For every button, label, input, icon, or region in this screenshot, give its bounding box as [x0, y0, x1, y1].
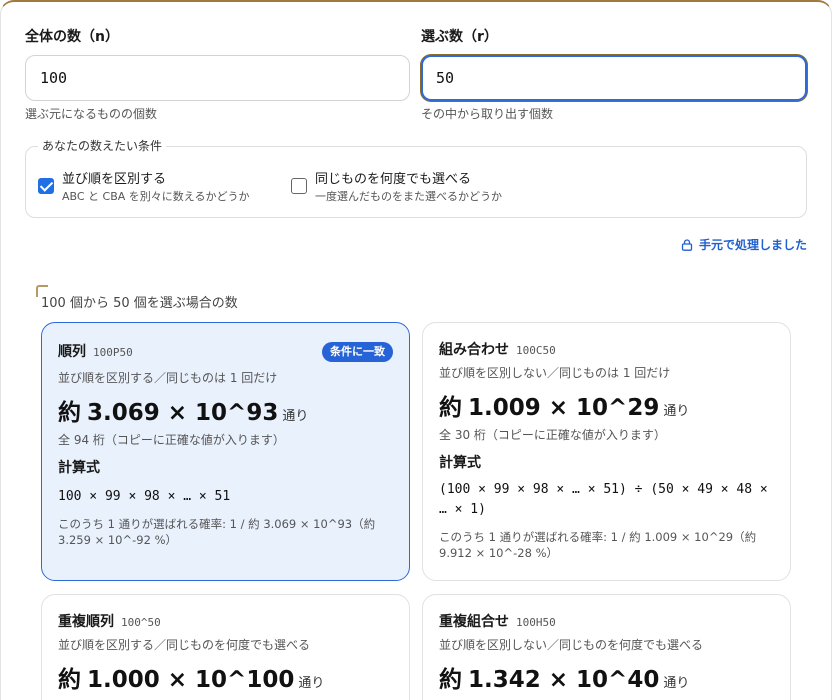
r-field: 選ぶ数（r） その中から取り出す個数 — [421, 28, 807, 121]
card-name: 重複順列 — [58, 614, 114, 630]
value-number: 1.000 × 10^100 — [87, 667, 295, 693]
repeated-permutation-card: 重複順列 100^50 並び順を区別する／同じものを何度でも選べる 約 1.00… — [41, 594, 410, 700]
card-value: 約 1.342 × 10^40 通り — [439, 660, 774, 694]
card-notation: 100H50 — [516, 616, 556, 629]
order-checkbox[interactable] — [38, 178, 54, 194]
match-badge: 条件に一致 — [322, 342, 393, 362]
n-hint: 選ぶ元になるものの個数 — [25, 107, 158, 121]
card-notation: 100P50 — [93, 346, 133, 359]
value-unit: 通り — [282, 409, 309, 424]
formula: (100 × 99 × 98 × … × 51) ÷ (50 × 49 × 48… — [439, 482, 768, 517]
probability-note: このうち 1 通りが選ばれる確率: 1 / 約 1.009 × 10^29（約 … — [439, 530, 757, 560]
card-name: 重複組合せ — [439, 614, 509, 630]
r-input[interactable] — [421, 55, 807, 101]
card-value: 約 1.009 × 10^29 通り — [439, 388, 774, 422]
card-name: 順列 — [58, 344, 86, 360]
value-unit: 通り — [663, 404, 690, 419]
value-unit: 通り — [298, 676, 325, 691]
card-value: 約 3.069 × 10^93 通り — [58, 393, 393, 427]
card-name: 組み合わせ — [439, 342, 509, 358]
results-title: 100 個から 50 個を選ぶ場合の数 — [41, 296, 238, 311]
n-input[interactable] — [25, 55, 410, 101]
card-desc: 並び順を区別しない／同じものを何度でも選べる — [439, 638, 704, 652]
n-label: 全体の数（n） — [25, 29, 119, 45]
repeat-title: 同じものを何度でも選べる — [315, 172, 472, 187]
repeat-desc: 一度選んだものをまた選べるかどうか — [315, 190, 502, 203]
value-number: 1.009 × 10^29 — [468, 395, 660, 421]
conditions-legend: あなたの数えたい条件 — [38, 138, 167, 154]
local-note-text: 手元で処理しました — [698, 238, 807, 252]
digit-count: 全 94 桁（コピーに正確な値が入ります） — [58, 433, 285, 447]
permutation-card: 順列 100P50 条件に一致 並び順を区別する／同じものは 1 回だけ 約 3… — [41, 322, 410, 581]
formula-label: 計算式 — [439, 455, 481, 471]
r-label: 選ぶ数（r） — [421, 29, 498, 45]
r-hint: その中から取り出す個数 — [421, 107, 554, 121]
card-notation: 100C50 — [516, 344, 556, 357]
digit-count: 全 30 桁（コピーに正確な値が入ります） — [439, 428, 666, 442]
repeat-option[interactable]: 同じものを何度でも選べる 一度選んだものをまた選べるかどうか — [291, 171, 502, 204]
repeated-combination-card: 重複組合せ 100H50 並び順を区別しない／同じものを何度でも選べる 約 1.… — [422, 594, 791, 700]
card-notation: 100^50 — [121, 616, 161, 629]
card-desc: 並び順を区別しない／同じものは 1 回だけ — [439, 366, 671, 380]
probability-note: このうち 1 通りが選ばれる確率: 1 / 約 3.069 × 10^93（約 … — [58, 517, 376, 547]
card-value: 約 1.000 × 10^100 通り — [58, 660, 393, 694]
approx-prefix: 約 — [58, 400, 81, 426]
lock-icon — [681, 238, 693, 251]
approx-prefix: 約 — [439, 395, 462, 421]
order-option[interactable]: 並び順を区別する ABC と CBA を別々に数えるかどうか — [38, 171, 249, 204]
formula-label: 計算式 — [58, 460, 100, 476]
repeat-checkbox[interactable] — [291, 178, 307, 194]
approx-prefix: 約 — [58, 667, 81, 693]
value-number: 1.342 × 10^40 — [468, 667, 660, 693]
approx-prefix: 約 — [439, 667, 462, 693]
card-desc: 並び順を区別する／同じものは 1 回だけ — [58, 371, 278, 385]
order-desc: ABC と CBA を別々に数えるかどうか — [62, 190, 250, 203]
combination-card: 組み合わせ 100C50 並び順を区別しない／同じものは 1 回だけ 約 1.0… — [422, 322, 791, 581]
local-processing-note: 手元で処理しました — [681, 236, 807, 253]
n-field: 全体の数（n） 選ぶ元になるものの個数 — [25, 28, 410, 121]
card-desc: 並び順を区別する／同じものを何度でも選べる — [58, 638, 311, 652]
order-title: 並び順を区別する — [62, 172, 167, 187]
value-number: 3.069 × 10^93 — [87, 400, 279, 426]
value-unit: 通り — [663, 676, 690, 691]
formula: 100 × 99 × 98 × … × 51 — [58, 489, 231, 504]
conditions-group: あなたの数えたい条件 並び順を区別する ABC と CBA を別々に数えるかどう… — [25, 138, 807, 218]
